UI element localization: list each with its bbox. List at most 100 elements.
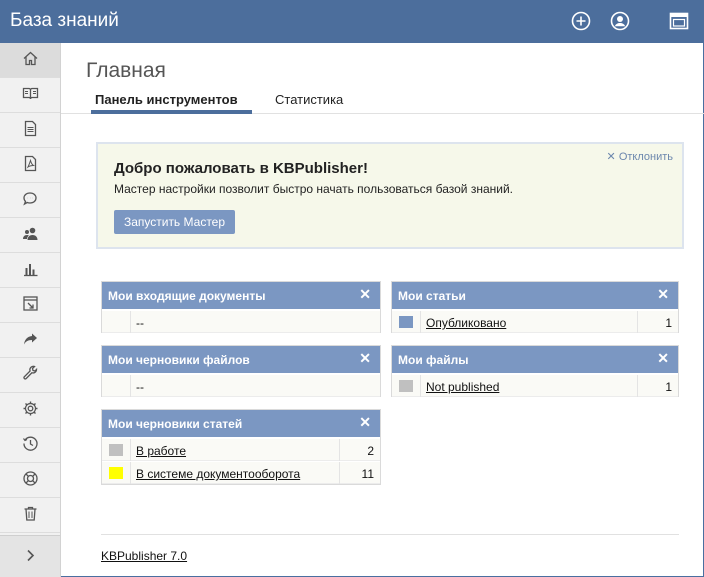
sidebar-item-import[interactable]: [0, 288, 60, 323]
list-item: --: [102, 311, 380, 333]
status-color-swatch: [399, 316, 413, 328]
users-icon: [22, 225, 39, 245]
bar-chart-icon: [22, 260, 39, 280]
app-title: База знаний: [10, 10, 119, 31]
column-divider: [339, 439, 340, 461]
status-color-swatch: [399, 380, 413, 392]
list-item: --: [102, 375, 380, 397]
column-divider: [420, 375, 421, 397]
status-count: 1: [665, 316, 672, 330]
widget-title: Мои файлы: [398, 353, 469, 367]
dismiss-link[interactable]: ✕ Отклонить: [607, 150, 673, 163]
user-circle-icon[interactable]: [610, 11, 630, 31]
widget-title: Мои статьи: [398, 289, 466, 303]
close-icon[interactable]: ✕: [359, 350, 371, 367]
widget-file-drafts: Мои черновики файлов ✕ --: [101, 345, 381, 397]
widget-title: Мои черновики файлов: [108, 353, 250, 367]
widget-my-files: Мои файлы ✕ Not published 1: [391, 345, 679, 397]
close-icon[interactable]: ✕: [359, 414, 371, 431]
close-icon: ✕: [606, 151, 616, 163]
column-divider: [130, 375, 131, 397]
settings-gear-icon: [22, 400, 39, 420]
version-link[interactable]: KBPublisher 7.0: [101, 549, 187, 563]
book-icon: [22, 85, 39, 105]
sidebar-item-history[interactable]: [0, 428, 60, 463]
document-icon: [22, 120, 39, 140]
tab-dashboard[interactable]: Панель инструментов: [92, 92, 241, 107]
column-divider: [637, 311, 638, 333]
status-count: 2: [367, 444, 374, 458]
clock-history-icon: [22, 435, 39, 455]
status-color-swatch: [109, 444, 123, 456]
welcome-title: Добро пожаловать в KBPublisher!: [114, 160, 368, 177]
window-icon[interactable]: [669, 11, 689, 31]
sidebar-expand-button[interactable]: [0, 535, 60, 577]
sidebar-item-tools[interactable]: [0, 358, 60, 393]
column-divider: [637, 375, 638, 397]
sidebar-item-help[interactable]: [0, 463, 60, 498]
sidebar-item-settings[interactable]: [0, 393, 60, 428]
sidebar-item-reports[interactable]: [0, 253, 60, 288]
status-link[interactable]: В системе документооборота: [136, 467, 300, 481]
widget-incoming-documents: Мои входящие документы ✕ --: [101, 281, 381, 333]
widget-my-articles: Мои статьи ✕ Опубликовано 1: [391, 281, 679, 333]
tab-statistics[interactable]: Статистика: [272, 92, 346, 107]
top-bar: База знаний: [0, 0, 704, 43]
widget-header: Мои входящие документы ✕: [102, 282, 380, 309]
status-color-swatch: [109, 467, 123, 479]
share-arrow-icon: [22, 330, 39, 350]
sidebar-item-feedback[interactable]: [0, 183, 60, 218]
list-item: Not published 1: [392, 375, 678, 397]
footer-divider: [101, 534, 679, 535]
close-icon[interactable]: ✕: [657, 350, 669, 367]
add-circle-icon[interactable]: [571, 11, 591, 31]
chevron-right-icon: [22, 547, 39, 567]
chat-bubbles-icon: [22, 190, 39, 210]
column-divider: [130, 439, 131, 461]
widget-title: Мои черновики статей: [108, 417, 243, 431]
sidebar-item-book[interactable]: [0, 78, 60, 113]
empty-placeholder: --: [136, 316, 144, 330]
list-item: Опубликовано 1: [392, 311, 678, 333]
sidebar: [0, 43, 61, 577]
widget-header: Мои файлы ✕: [392, 346, 678, 373]
sidebar-item-export[interactable]: [0, 323, 60, 358]
start-wizard-button[interactable]: Запустить Мастер: [114, 210, 235, 234]
widget-title: Мои входящие документы: [108, 289, 266, 303]
list-item: В системе документооборота 11: [102, 462, 380, 484]
widget-header: Мои статьи ✕: [392, 282, 678, 309]
widget-header: Мои черновики статей ✕: [102, 410, 380, 437]
tab-bar: Панель инструментов Статистика: [61, 88, 704, 114]
sidebar-item-documents[interactable]: [0, 113, 60, 148]
page-title: Главная: [86, 59, 166, 82]
home-icon: [22, 50, 39, 70]
empty-placeholder: --: [136, 380, 144, 394]
widget-header: Мои черновики файлов ✕: [102, 346, 380, 373]
sidebar-item-users[interactable]: [0, 218, 60, 253]
widget-article-drafts: Мои черновики статей ✕ В работе 2 В сист…: [101, 409, 381, 485]
wrench-icon: [22, 365, 39, 385]
column-divider: [130, 462, 131, 484]
close-icon[interactable]: ✕: [359, 286, 371, 303]
close-icon[interactable]: ✕: [657, 286, 669, 303]
column-divider: [339, 462, 340, 484]
list-item: В работе 2: [102, 439, 380, 461]
status-link[interactable]: Not published: [426, 380, 499, 394]
pdf-file-icon: [22, 155, 39, 175]
status-count: 11: [361, 467, 374, 481]
status-link[interactable]: Опубликовано: [426, 316, 506, 330]
sidebar-item-files[interactable]: [0, 148, 60, 183]
column-divider: [130, 311, 131, 333]
sidebar-item-home[interactable]: [0, 43, 60, 78]
main-content: Главная Панель инструментов Статистика ✕…: [61, 43, 704, 577]
import-icon: [22, 295, 39, 315]
dismiss-label: Отклонить: [618, 151, 673, 163]
sidebar-item-trash[interactable]: [0, 498, 60, 533]
welcome-panel: ✕ Отклонить Добро пожаловать в KBPublish…: [96, 142, 684, 249]
trash-icon: [22, 505, 39, 525]
column-divider: [420, 311, 421, 333]
status-count: 1: [665, 380, 672, 394]
lifebuoy-icon: [22, 470, 39, 490]
active-tab-indicator: [91, 110, 252, 114]
status-link[interactable]: В работе: [136, 444, 186, 458]
